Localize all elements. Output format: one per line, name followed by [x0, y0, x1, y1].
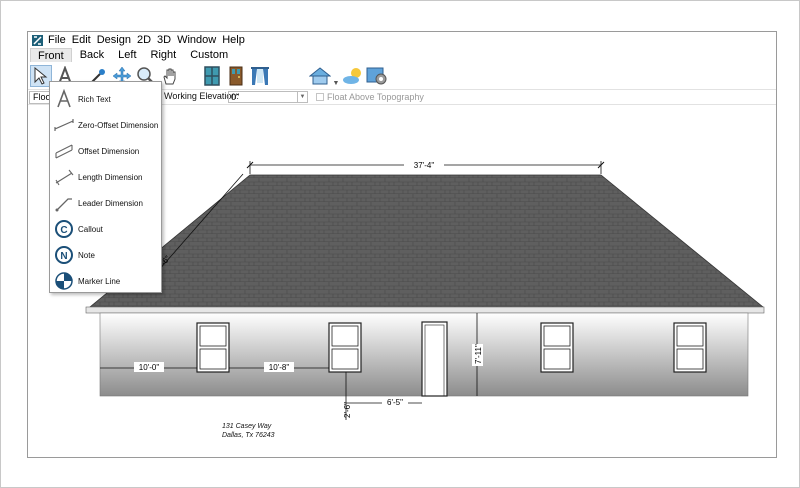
dimension-roof-width[interactable]: 37'-4" [246, 160, 605, 174]
callout-icon: C [54, 219, 74, 239]
menu-help[interactable]: Help [222, 34, 251, 46]
menu-3d[interactable]: 3D [157, 34, 177, 46]
rich-text-icon [54, 89, 74, 109]
menu-bar: File Edit Design 2D 3D Window Help [28, 32, 776, 48]
address-line-1: 131 Casey Way [222, 423, 272, 430]
floor-selector[interactable]: Floor [29, 90, 54, 104]
window [328, 322, 362, 373]
window-icon [204, 65, 220, 86]
menu-window[interactable]: Window [177, 34, 222, 46]
chevron-down-icon[interactable]: ▼ [297, 92, 307, 102]
window-tool-button[interactable] [201, 65, 223, 87]
window [673, 322, 707, 373]
dimension-label: 6'-5" [387, 398, 403, 407]
menu-item-label: Zero-Offset Dimension [78, 120, 159, 130]
menu-item-label: Length Dimension [78, 172, 143, 182]
dimension-label: 37'-4" [414, 161, 435, 170]
window [196, 322, 230, 373]
float-above-topography-checkbox[interactable] [316, 93, 324, 101]
offset-dimension-icon [54, 141, 74, 161]
menu-item-leader-dimension[interactable]: Leader Dimension [50, 190, 161, 216]
house-view-dropdown-arrow[interactable]: ▼ [333, 65, 340, 87]
menu-item-length-dimension[interactable]: Length Dimension [50, 164, 161, 190]
house-view-button[interactable] [309, 65, 331, 87]
tab-left[interactable]: Left [114, 48, 146, 62]
menu-item-label: Rich Text [78, 94, 111, 104]
text-tools-dropdown: Rich Text Zero-Offset Dimension Offset D… [49, 81, 162, 293]
dimension-door-offset[interactable]: 6'-5" [346, 397, 422, 407]
screenshot-frame: File Edit Design 2D 3D Window Help Front… [0, 0, 800, 488]
address-label: 131 Casey Way Dallas, Tx 76243 [222, 422, 275, 440]
roof-fascia [85, 306, 765, 314]
render-settings-button[interactable] [366, 65, 388, 87]
hand-icon [163, 68, 176, 84]
marker-line-icon [54, 271, 74, 291]
note-icon: N [54, 245, 74, 265]
menu-item-rich-text[interactable]: Rich Text [50, 86, 161, 112]
menu-item-label: Callout [78, 224, 103, 234]
hand-pan-button[interactable] [159, 65, 181, 87]
sun-cloud-icon [343, 67, 361, 84]
menu-item-label: Marker Line [78, 276, 121, 286]
float-above-topography-label: Float Above Topography [327, 92, 424, 102]
window [540, 322, 574, 373]
svg-text:C: C [60, 225, 67, 236]
menu-item-note[interactable]: N Note [50, 242, 161, 268]
menu-item-label: Leader Dimension [78, 198, 143, 208]
tab-front[interactable]: Front [30, 48, 72, 62]
address-line-2: Dallas, Tx 76243 [222, 432, 275, 439]
tab-custom[interactable]: Custom [186, 48, 238, 62]
app-logo-icon [32, 34, 43, 46]
length-dimension-icon [54, 167, 74, 187]
menu-edit[interactable]: Edit [72, 34, 97, 46]
leader-dimension-icon [54, 193, 74, 213]
door-tool-button[interactable] [225, 65, 247, 87]
dimension-label: 2'-6" [343, 402, 352, 418]
menu-design[interactable]: Design [97, 34, 137, 46]
gear-scene-icon [366, 67, 387, 84]
dimension-label: 7'-11" [474, 344, 483, 364]
tab-right[interactable]: Right [147, 48, 187, 62]
working-elevation-value: 0" [231, 92, 240, 102]
door-icon [229, 66, 243, 85]
curtain-window-icon [251, 66, 269, 85]
door [421, 321, 448, 397]
menu-item-callout[interactable]: C Callout [50, 216, 161, 242]
svg-text:N: N [60, 251, 67, 262]
menu-item-offset-dimension[interactable]: Offset Dimension [50, 138, 161, 164]
tab-back[interactable]: Back [76, 48, 114, 62]
menu-item-marker-line[interactable]: Marker Line [50, 268, 161, 294]
menu-item-label: Note [78, 250, 95, 260]
menu-item-zero-offset-dimension[interactable]: Zero-Offset Dimension [50, 112, 161, 138]
float-above-topography-option[interactable]: Float Above Topography [316, 92, 424, 102]
menu-2d[interactable]: 2D [137, 34, 157, 46]
dimension-label: 10'-8" [269, 363, 290, 372]
house-icon [309, 66, 331, 84]
menu-item-label: Offset Dimension [78, 146, 140, 156]
zero-offset-dimension-icon [54, 115, 74, 135]
menu-file[interactable]: File [48, 34, 72, 46]
weather-sun-button[interactable] [342, 65, 364, 87]
curtain-tool-button[interactable] [249, 65, 271, 87]
roof [88, 174, 765, 308]
select-arrow-icon [34, 66, 48, 85]
working-elevation-input[interactable]: 0" ▼ [228, 91, 308, 103]
dimension-label: 10'-0" [139, 363, 160, 372]
view-tabs: Front Back Left Right Custom [28, 48, 776, 62]
